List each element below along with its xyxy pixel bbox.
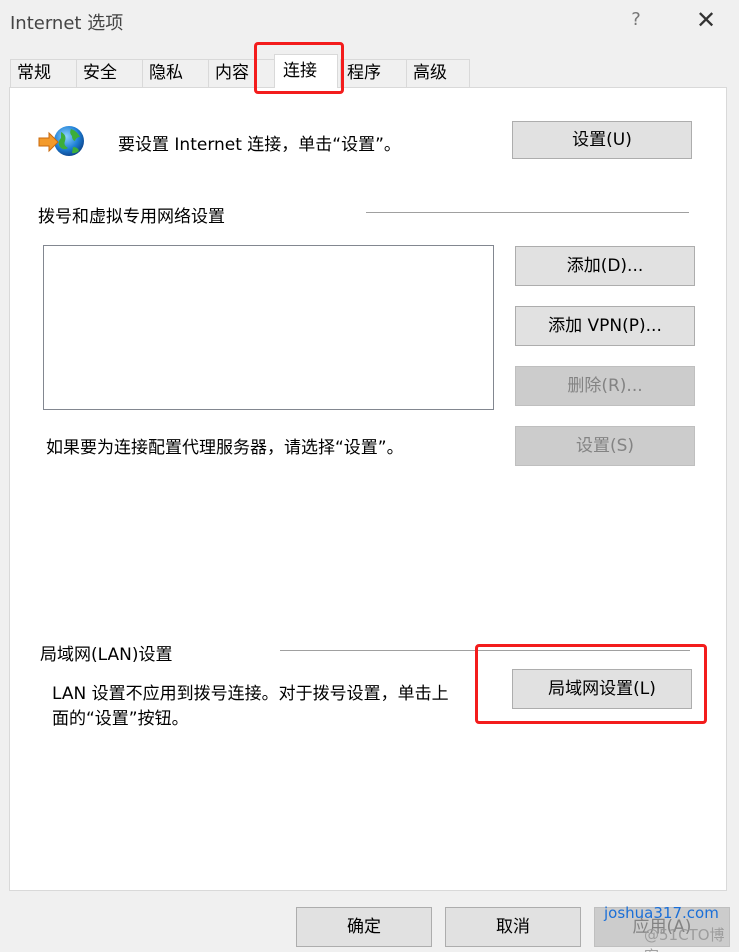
ok-button[interactable]: 确定 [296,907,432,947]
cancel-button[interactable]: 取消 [445,907,581,947]
tab-connections[interactable]: 连接 [274,54,338,88]
proxy-instruction: 如果要为连接配置代理服务器，请选择“设置”。 [46,438,404,458]
tab-security[interactable]: 安全 [76,59,144,87]
tab-privacy[interactable]: 隐私 [142,59,210,87]
setup-button[interactable]: 设置(U) [512,121,692,159]
tab-advanced[interactable]: 高级 [406,59,470,87]
remove-button[interactable]: 删除(R)... [515,366,695,406]
dialup-divider [366,212,689,213]
connection-list[interactable] [43,245,494,410]
help-button[interactable]: ? [628,9,644,30]
tab-content[interactable]: 内容 [208,59,276,87]
window-title: Internet 选项 [10,13,124,34]
tab-general[interactable]: 常规 [10,59,78,87]
lan-heading: 局域网(LAN)设置 [40,645,173,665]
setup-instruction: 要设置 Internet 连接，单击“设置”。 [118,135,401,155]
lan-settings-button[interactable]: 局域网设置(L) [512,669,692,709]
dialup-heading: 拨号和虚拟专用网络设置 [38,207,225,227]
add-button[interactable]: 添加(D)... [515,246,695,286]
lan-divider [280,650,690,651]
globe-arrow-icon [37,123,87,159]
watermark-blog: @51CTO博客 [644,926,725,952]
tab-programs[interactable]: 程序 [340,59,408,87]
add-vpn-button[interactable]: 添加 VPN(P)... [515,306,695,346]
lan-instruction-line1: LAN 设置不应用到拨号连接。对于拨号设置，单击上 [52,684,449,704]
lan-instruction-line2: 面的“设置”按钮。 [52,709,189,729]
dialup-settings-button[interactable]: 设置(S) [515,426,695,466]
watermark-site: joshua317.com [604,904,719,922]
close-button[interactable]: ✕ [693,6,719,34]
